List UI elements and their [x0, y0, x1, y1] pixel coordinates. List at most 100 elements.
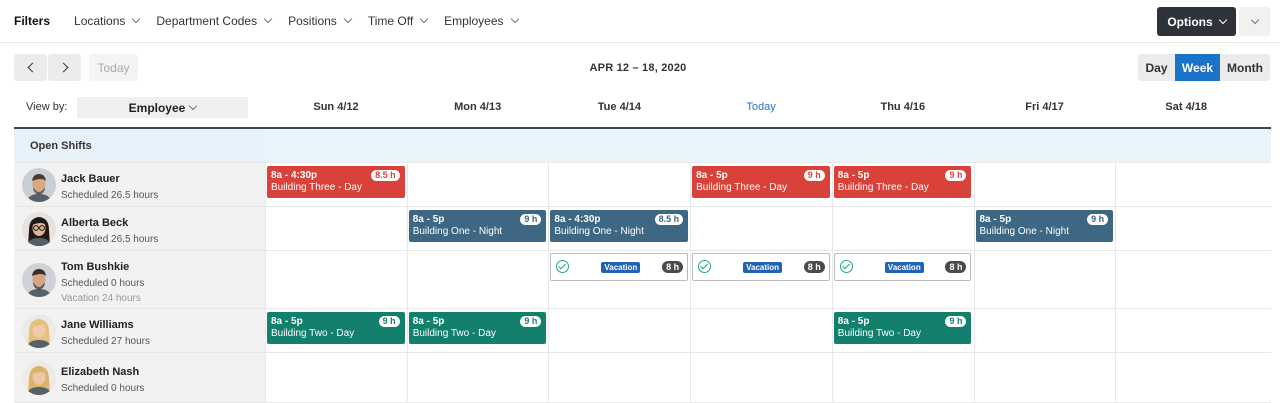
column-divider: [548, 207, 550, 250]
shift-block[interactable]: 8a - 5p Building Two - Day 9 h: [267, 312, 405, 344]
employee-cell[interactable]: Elizabeth Nash Scheduled 0 hours: [14, 353, 265, 402]
open-shifts-label: Open Shifts: [30, 140, 92, 152]
chevron-down-icon: [189, 101, 198, 110]
column-divider: [690, 251, 692, 308]
filter-locations[interactable]: Locations: [74, 14, 141, 28]
filter-positions[interactable]: Positions: [288, 14, 353, 28]
chevron-down-icon: [1218, 15, 1227, 24]
day-header: Sat 4/18: [1165, 101, 1207, 113]
shift-block[interactable]: 8a - 5p Building Three - Day 9 h: [692, 166, 830, 198]
vacation-hours-badge: 8 h: [662, 261, 684, 273]
shift-location: Building Three - Day: [271, 182, 362, 193]
column-divider: [973, 353, 975, 402]
today-button[interactable]: Today: [89, 54, 138, 81]
column-divider: [973, 163, 975, 206]
employee-scheduled-hours: Scheduled 0 hours: [61, 278, 145, 289]
view-by-select[interactable]: Employee: [77, 97, 248, 118]
column-divider: [831, 353, 833, 402]
shift-block[interactable]: 8a - 4:30p Building One - Night 8.5 h: [550, 210, 689, 242]
employee-name: Elizabeth Nash: [61, 366, 140, 378]
day-header: Mon 4/13: [454, 101, 502, 113]
more-options-button[interactable]: [1239, 7, 1270, 36]
employee-row: Jane Williams Scheduled 27 hours 8a - 5p …: [14, 309, 1271, 353]
column-divider: [265, 251, 266, 308]
employee-name: Alberta Beck: [61, 217, 129, 229]
column-divider: [406, 353, 408, 402]
column-divider: [406, 309, 408, 352]
day-header: Today: [746, 101, 776, 113]
column-divider: [831, 309, 833, 352]
chevron-down-icon: [343, 14, 353, 24]
shift-block[interactable]: 8a - 5p Building One - Night 9 h: [408, 210, 547, 242]
approved-check-icon: [556, 260, 570, 273]
shift-block[interactable]: 8a - 5p Building Three - Day 9 h: [833, 166, 972, 198]
shift-block[interactable]: 8a - 5p Building Two - Day 9 h: [833, 312, 972, 344]
day-header: Fri 4/17: [1025, 101, 1064, 113]
employee-scheduled-hours: Scheduled 26.5 hours: [61, 234, 159, 245]
filter-time-off[interactable]: Time Off: [367, 14, 429, 28]
column-divider: [548, 251, 550, 308]
approved-check-icon: [698, 260, 712, 273]
employee-cell[interactable]: Jane Williams Scheduled 27 hours: [14, 309, 265, 352]
column-divider: [690, 309, 692, 352]
column-divider: [1115, 251, 1117, 308]
employee-cell[interactable]: Jack Bauer Scheduled 26.5 hours: [14, 163, 265, 206]
filter-label: Time Off: [367, 14, 414, 28]
chevron-down-icon: [263, 14, 273, 24]
shift-location: Building Two - Day: [271, 328, 355, 339]
options-label: Options: [1167, 14, 1213, 29]
employee-cell[interactable]: Tom Bushkie Scheduled 0 hours Vacation 24…: [14, 251, 265, 308]
day-header: Thu 4/16: [880, 101, 926, 113]
approved-check-icon: [839, 260, 853, 273]
vacation-block[interactable]: Vacation 8 h: [692, 253, 830, 281]
chevron-down-icon: [1250, 15, 1259, 24]
avatar: [22, 314, 56, 348]
column-divider: [1115, 353, 1117, 402]
shift-hours-badge: 9 h: [378, 316, 400, 327]
employee-name: Jane Williams: [61, 319, 134, 331]
employee-row: Elizabeth Nash Scheduled 0 hours: [14, 353, 1271, 403]
avatar: [22, 361, 56, 395]
shift-block[interactable]: 8a - 5p Building Two - Day 9 h: [408, 312, 547, 344]
vacation-tag: Vacation: [884, 262, 924, 273]
view-week-button[interactable]: Week: [1175, 54, 1220, 81]
column-divider: [973, 251, 975, 308]
vacation-tag: Vacation: [743, 262, 782, 273]
avatar: [22, 168, 56, 202]
employee-row: Tom Bushkie Scheduled 0 hours Vacation 24…: [14, 251, 1271, 309]
filter-employees[interactable]: Employees: [444, 14, 519, 28]
column-divider: [973, 207, 975, 250]
filter-department-codes[interactable]: Department Codes: [156, 14, 273, 28]
column-divider: [265, 353, 266, 402]
shift-hours-badge: 9 h: [945, 170, 967, 181]
filters-title: Filters: [14, 14, 51, 28]
view-by-label: View by:: [26, 101, 68, 113]
prev-week-button[interactable]: [14, 54, 47, 81]
column-divider: [831, 207, 833, 250]
chevron-down-icon: [419, 14, 429, 24]
view-month-button[interactable]: Month: [1220, 54, 1270, 81]
column-divider: [406, 251, 408, 308]
next-week-button[interactable]: [48, 54, 81, 81]
column-divider: [831, 163, 833, 206]
shift-hours-badge: 8.5 h: [371, 170, 400, 181]
vacation-hours-badge: 8 h: [945, 261, 967, 273]
vacation-block[interactable]: Vacation 8 h: [550, 253, 689, 281]
shift-block[interactable]: 8a - 4:30p Building Three - Day 8.5 h: [267, 166, 405, 198]
open-shifts-row: Open Shifts: [14, 129, 1271, 163]
shift-location: Building Three - Day: [837, 182, 929, 193]
shift-location: Building Three - Day: [696, 182, 788, 193]
column-divider: [973, 309, 975, 352]
employee-scheduled-hours: Scheduled 27 hours: [61, 336, 150, 347]
vacation-block[interactable]: Vacation 8 h: [833, 253, 972, 281]
filter-label: Department Codes: [156, 14, 258, 28]
options-button[interactable]: Options: [1157, 7, 1236, 36]
view-day-button[interactable]: Day: [1138, 54, 1175, 81]
shift-location: Building One - Night: [979, 226, 1070, 237]
shift-block[interactable]: 8a - 5p Building One - Night 9 h: [975, 210, 1114, 242]
chevron-down-icon: [510, 14, 519, 24]
column-divider: [1115, 163, 1117, 206]
column-divider: [690, 163, 692, 206]
employee-cell[interactable]: Alberta Beck Scheduled 26.5 hours: [14, 207, 265, 250]
avatar: [22, 263, 56, 297]
